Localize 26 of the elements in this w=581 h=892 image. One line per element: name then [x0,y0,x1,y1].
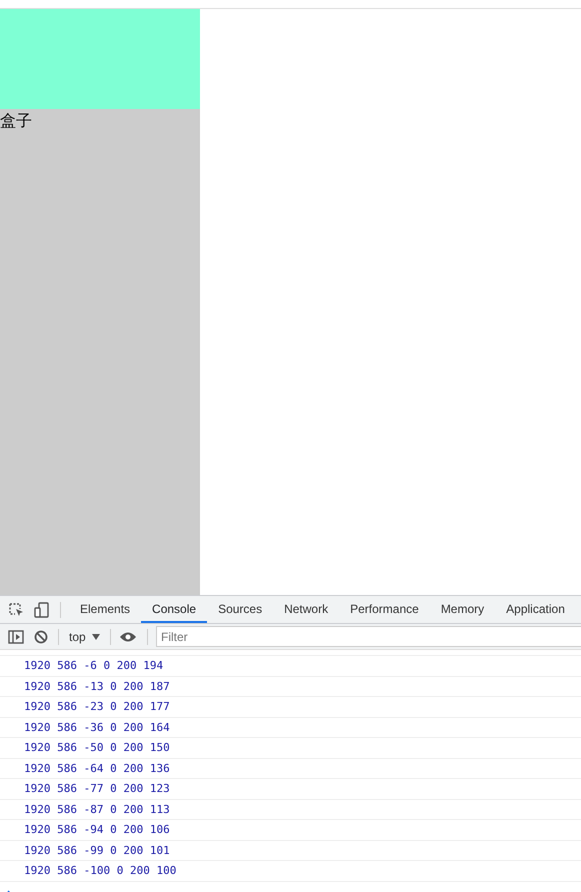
clear-console-icon[interactable] [34,630,48,644]
device-icon[interactable] [34,602,50,618]
filter-field[interactable]: Filter [156,626,581,647]
log-message: 1920 586 -87 0 200 113 [24,802,170,816]
log-message: 1920 586 -36 0 200 164 [24,720,170,734]
eye-icon[interactable] [119,630,138,642]
log-message: 1920 586 -13 0 200 187 [24,680,170,693]
log-message: 1920 586 -94 0 200 106 [24,823,170,836]
log-message: 1920 586 -23 0 200 177 [24,700,170,714]
inspect-icon[interactable] [8,602,24,618]
devtools-tab[interactable]: Elements [69,596,142,623]
log-message: 1920 586 -99 0 200 101 [24,844,170,857]
log-message: 1920 586 -100 0 200 100 [24,864,176,878]
log-message: 1920 586 -64 0 200 136 [24,762,170,775]
log-message: 1920 586 -6 0 200 194 [24,659,164,672]
context-dropdown[interactable]: top [67,630,102,644]
devtools-tab[interactable]: Network [273,596,340,623]
log-message: 1920 586 -50 0 200 150 [24,741,170,754]
box-label: 盒子 [0,112,32,132]
log-message: 1920 586 -77 0 200 123 [24,782,170,796]
devtools-tab[interactable]: Memory [430,596,496,623]
sidebar-toggle-icon[interactable] [8,630,24,644]
devtools-tab[interactable]: Sources [207,596,274,623]
dropdown-caret-icon [92,634,100,640]
devtools-tab[interactable]: Application [495,596,576,623]
devtools-tab[interactable]: Performance [339,596,430,623]
